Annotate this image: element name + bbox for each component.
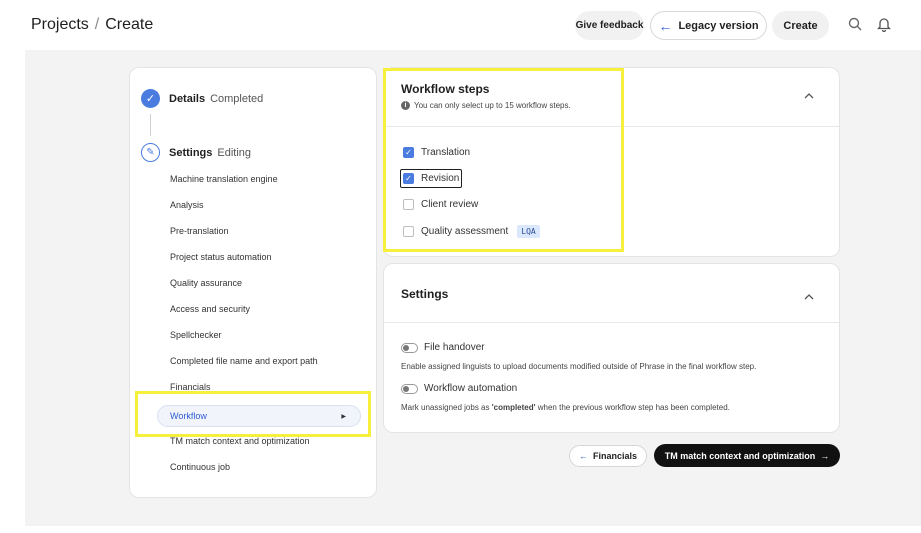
step-details-title: Details (169, 92, 206, 105)
settings-title: Settings (401, 287, 449, 301)
create-label: Create (783, 19, 818, 32)
breadcrumb-projects[interactable]: Projects (31, 16, 89, 34)
divider (384, 322, 839, 323)
file-handover-label: File handover (424, 342, 485, 353)
sub-item-spellchecker[interactable]: Spellchecker (170, 330, 222, 340)
sub-item-file-name-export[interactable]: Completed file name and export path (170, 356, 318, 366)
workflow-automation-desc-pre: Mark unassigned jobs as (401, 403, 492, 412)
step-settings-title: Settings (169, 146, 213, 159)
chevron-up-icon[interactable] (804, 289, 814, 303)
breadcrumb: Projects / Create (31, 16, 153, 34)
breadcrumb-create: Create (105, 16, 154, 33)
sub-item-analysis[interactable]: Analysis (170, 200, 204, 210)
settings-card: Settings File handover Enable assigned l… (383, 263, 840, 433)
workflow-automation-desc-bold: 'completed' (491, 403, 536, 412)
chevron-up-icon[interactable] (804, 88, 814, 102)
sub-item-status-automation[interactable]: Project status automation (170, 252, 272, 262)
next-step-label: TM match context and optimization (664, 450, 816, 461)
arrow-left-icon: ← (578, 451, 588, 461)
previous-step-label: Financials (592, 451, 637, 461)
sub-item-machine-translation[interactable]: Machine translation engine (170, 174, 278, 184)
sub-item-tm-match[interactable]: TM match context and optimization (170, 436, 310, 446)
workflow-automation-toggle[interactable] (401, 383, 418, 394)
workflow-automation-row: Workflow automation (401, 383, 517, 394)
give-feedback-label: Give feedback (575, 20, 644, 31)
sub-item-continuous-job[interactable]: Continuous job (170, 462, 230, 472)
legacy-version-label: Legacy version (678, 19, 759, 32)
step-details[interactable]: ✓ Details Completed (141, 89, 263, 108)
highlight-workflow-steps (383, 68, 624, 252)
step-connector (150, 114, 151, 136)
breadcrumb-separator: / (94, 16, 100, 33)
step-settings-status: Editing (217, 146, 252, 159)
file-handover-toggle[interactable] (401, 342, 418, 353)
create-button[interactable]: Create (772, 11, 829, 40)
workflow-automation-label: Workflow automation (424, 383, 518, 394)
previous-step-button[interactable]: ← Financials (569, 445, 647, 467)
highlight-workflow-item (135, 391, 371, 437)
header: Projects / Create Give feedback ← Legacy… (0, 0, 921, 50)
arrow-left-icon: ← (658, 17, 673, 34)
sub-item-access-security[interactable]: Access and security (170, 304, 250, 314)
check-icon: ✓ (141, 89, 160, 108)
give-feedback-button[interactable]: Give feedback (575, 11, 644, 40)
bell-icon[interactable] (874, 14, 894, 34)
sub-item-quality-assurance[interactable]: Quality assurance (170, 278, 242, 288)
legacy-version-button[interactable]: ← Legacy version (650, 11, 767, 40)
pencil-icon: ✎ (141, 143, 160, 162)
workflow-automation-desc: Mark unassigned jobs as 'completed' when… (401, 403, 730, 412)
workflow-automation-desc-post: when the previous workflow step has been… (535, 403, 730, 412)
search-icon[interactable] (845, 14, 865, 34)
sub-item-pre-translation[interactable]: Pre-translation (170, 226, 229, 236)
arrow-right-icon: → (820, 450, 830, 461)
next-step-button[interactable]: TM match context and optimization → (654, 444, 840, 467)
step-details-status: Completed (210, 92, 264, 105)
file-handover-desc: Enable assigned linguists to upload docu… (401, 362, 757, 371)
file-handover-row: File handover (401, 342, 485, 353)
step-settings[interactable]: ✎ Settings Editing (141, 143, 251, 162)
